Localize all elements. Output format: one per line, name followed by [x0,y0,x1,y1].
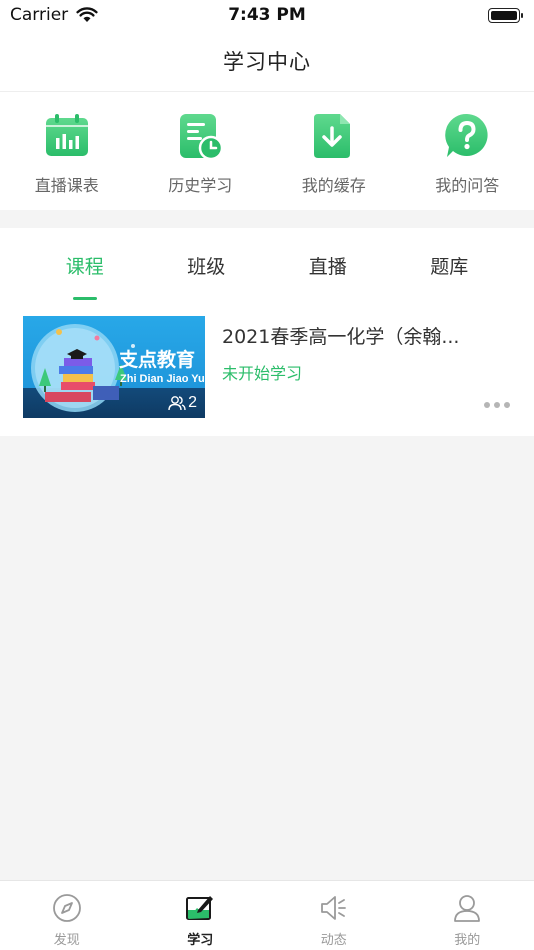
tab-question-bank[interactable]: 题库 [389,252,511,300]
compass-icon [52,894,81,922]
tab-courses[interactable]: 课程 [24,252,146,300]
quick-action-label: 历史学习 [168,176,233,195]
quick-action-history[interactable]: 历史学习 [140,112,260,196]
tabbar-study[interactable]: 学习 [134,881,268,950]
quick-action-label: 我的缓存 [301,176,366,195]
thumb-brand: 支点教育 [118,348,195,371]
bottom-tab-bar: 发现 学习 动态 我的 [0,880,534,950]
quick-action-qa[interactable]: 我的问答 [407,112,527,196]
quick-actions: 直播课表 历史学习 我的缓存 我的问答 [0,92,534,210]
quick-action-label: 我的问答 [435,176,500,195]
download-folder-icon [313,114,350,158]
wifi-icon [76,7,98,22]
calendar-chart-icon [45,114,88,156]
tabbar-feed[interactable]: 动态 [267,881,401,950]
more-dot-icon [494,402,500,408]
course-list-item[interactable]: 支点教育 Zhi Dian Jiao Yu 2 2021春季高一化学（余翰...… [0,316,534,418]
question-bubble-icon [445,113,488,157]
tabbar-me[interactable]: 我的 [401,881,534,950]
tab-live[interactable]: 直播 [267,252,389,300]
tab-classes[interactable]: 班级 [146,252,268,300]
segment-tabs: 课程 班级 直播 题库 [0,228,534,300]
speaker-icon [320,896,346,920]
content-card: 课程 班级 直播 题库 支点教育 Zhi Dian Jiao Yu 2 2021… [0,228,534,436]
status-bar: Carrier 7:43 PM [0,0,534,30]
study-board-icon [186,896,214,920]
more-dot-icon [484,402,490,408]
tabbar-discover[interactable]: 发现 [0,881,134,950]
tabbar-label: 动态 [320,933,347,948]
status-left: Carrier [10,5,98,25]
quick-action-live-schedule[interactable]: 直播课表 [7,112,127,196]
student-count-badge: 2 [168,394,197,412]
tabbar-label: 我的 [454,933,481,948]
carrier-label: Carrier [10,5,69,25]
course-title: 2021春季高一化学（余翰... [222,326,460,348]
course-thumbnail[interactable]: 支点教育 Zhi Dian Jiao Yu 2 [23,316,205,418]
navigation-bar: 学习中心 [0,30,534,92]
history-doc-icon [180,114,224,160]
tabbar-label: 发现 [53,933,80,948]
quick-action-cache[interactable]: 我的缓存 [274,112,394,196]
thumb-brand-sub: Zhi Dian Jiao Yu [120,373,205,385]
quick-action-label: 直播课表 [34,176,99,195]
student-count: 2 [188,394,197,411]
page-title: 学习中心 [223,49,311,74]
person-icon [454,895,481,922]
battery-icon [488,7,523,23]
more-options-button[interactable] [484,400,512,410]
tabbar-label: 学习 [187,933,214,948]
course-status: 未开始学习 [222,364,303,383]
more-dot-icon [504,402,510,408]
users-icon [168,396,186,411]
